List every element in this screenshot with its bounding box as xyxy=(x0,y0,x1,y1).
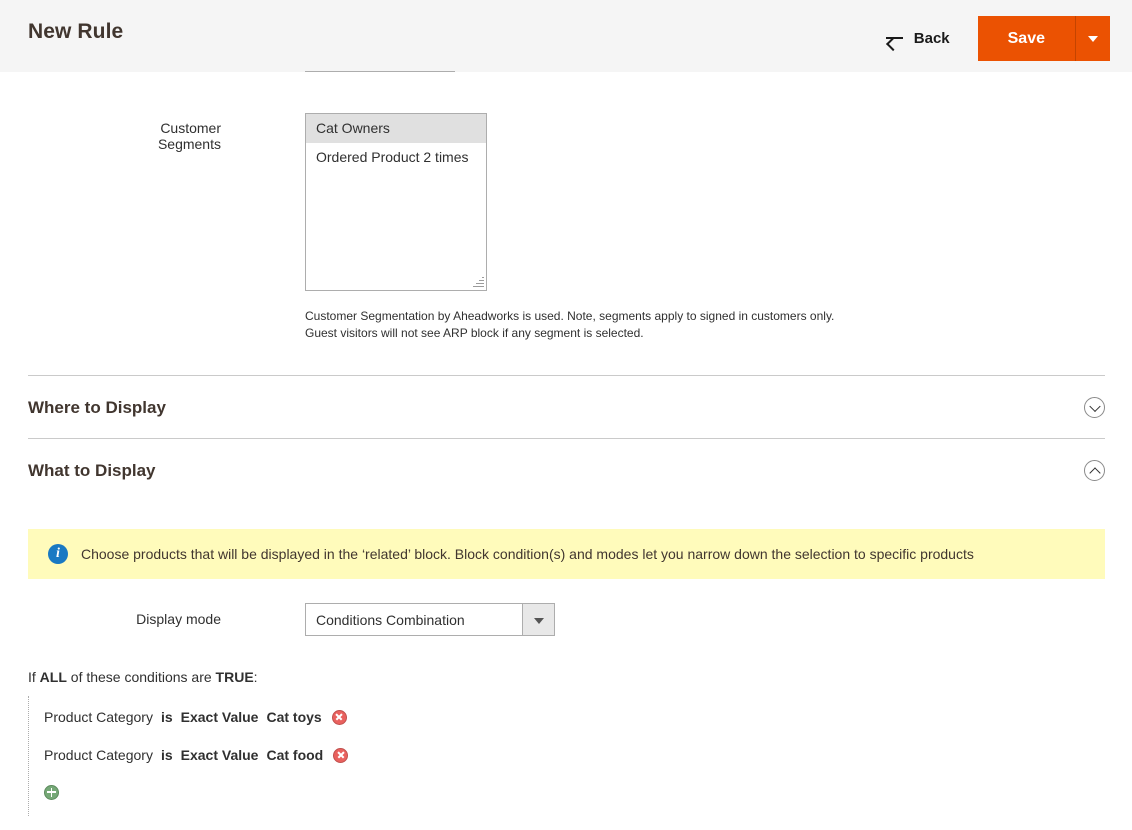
save-button-group: Save xyxy=(977,15,1110,61)
header-actions: Back Save xyxy=(885,15,1110,61)
conditions-list: Product Category is Exact Value Cat toys… xyxy=(28,696,928,816)
caret-down-icon xyxy=(1088,36,1098,42)
condition-operator[interactable]: is xyxy=(161,747,173,763)
display-mode-select[interactable]: Conditions Combination xyxy=(305,603,555,636)
back-button-label: Back xyxy=(913,29,950,47)
customer-segments-multiselect[interactable]: Cat Owners Ordered Product 2 times xyxy=(305,113,487,291)
remove-circle-icon[interactable] xyxy=(331,709,347,725)
section-title: What to Display xyxy=(28,460,156,480)
section-header-where-to-display[interactable]: Where to Display xyxy=(28,376,1105,439)
chevron-down-circle-icon[interactable] xyxy=(1084,397,1105,418)
condition-value[interactable]: Cat toys xyxy=(266,709,321,725)
caret-down-icon[interactable] xyxy=(522,604,554,635)
section-header-what-to-display[interactable]: What to Display xyxy=(28,439,1105,502)
conditions-aggregator-link[interactable]: ALL xyxy=(40,669,67,685)
arrow-left-icon xyxy=(885,31,903,45)
customer-segments-note: Customer Segmentation by Aheadworks is u… xyxy=(305,309,835,340)
page-title: New Rule xyxy=(28,20,124,43)
chevron-up-circle-icon[interactable] xyxy=(1084,460,1105,481)
conditions-intro: If ALL of these conditions are TRUE: xyxy=(28,667,928,687)
save-split-toggle-button[interactable] xyxy=(1075,15,1110,61)
condition-attribute[interactable]: Product Category xyxy=(44,709,153,725)
display-mode-selected-value: Conditions Combination xyxy=(316,611,465,628)
conditions-middle-text: of these conditions are xyxy=(70,669,212,685)
add-circle-icon[interactable] xyxy=(44,784,59,800)
condition-attribute[interactable]: Product Category xyxy=(44,747,153,763)
condition-row: Product Category is Exact Value Cat toys xyxy=(44,698,928,736)
info-message-text: Choose products that will be displayed i… xyxy=(81,545,974,562)
info-circle-icon: i xyxy=(48,544,68,564)
multiselect-option[interactable]: Ordered Product 2 times xyxy=(306,143,486,172)
condition-value-type[interactable]: Exact Value xyxy=(181,747,259,763)
back-button[interactable]: Back xyxy=(885,29,950,47)
page-root: New Rule Back Save Customer Segments Cat… xyxy=(0,0,1132,830)
multiselect-option[interactable]: Cat Owners xyxy=(306,114,486,143)
conditions-value-link[interactable]: TRUE xyxy=(216,669,254,685)
display-mode-label: Display mode xyxy=(136,611,221,627)
condition-value-type[interactable]: Exact Value xyxy=(181,709,259,725)
cutoff-field-above xyxy=(305,70,455,72)
save-button[interactable]: Save xyxy=(977,15,1075,61)
customer-segments-label-wrap: Customer Segments xyxy=(101,120,221,152)
condition-operator[interactable]: is xyxy=(161,709,173,725)
remove-circle-icon[interactable] xyxy=(333,747,349,763)
resize-grip-icon[interactable] xyxy=(472,276,484,288)
conditions-colon: : xyxy=(253,669,258,685)
condition-value[interactable]: Cat food xyxy=(266,747,323,763)
condition-row: Product Category is Exact Value Cat food xyxy=(44,736,928,774)
conditions-builder: If ALL of these conditions are TRUE: Pro… xyxy=(28,667,928,816)
conditions-if-text: If xyxy=(28,669,36,685)
customer-segments-label: Customer Segments xyxy=(157,120,221,152)
add-condition-row xyxy=(44,774,928,810)
page-header: New Rule Back Save xyxy=(0,0,1132,72)
info-message-banner: i Choose products that will be displayed… xyxy=(28,529,1105,579)
section-title: Where to Display xyxy=(28,397,166,417)
